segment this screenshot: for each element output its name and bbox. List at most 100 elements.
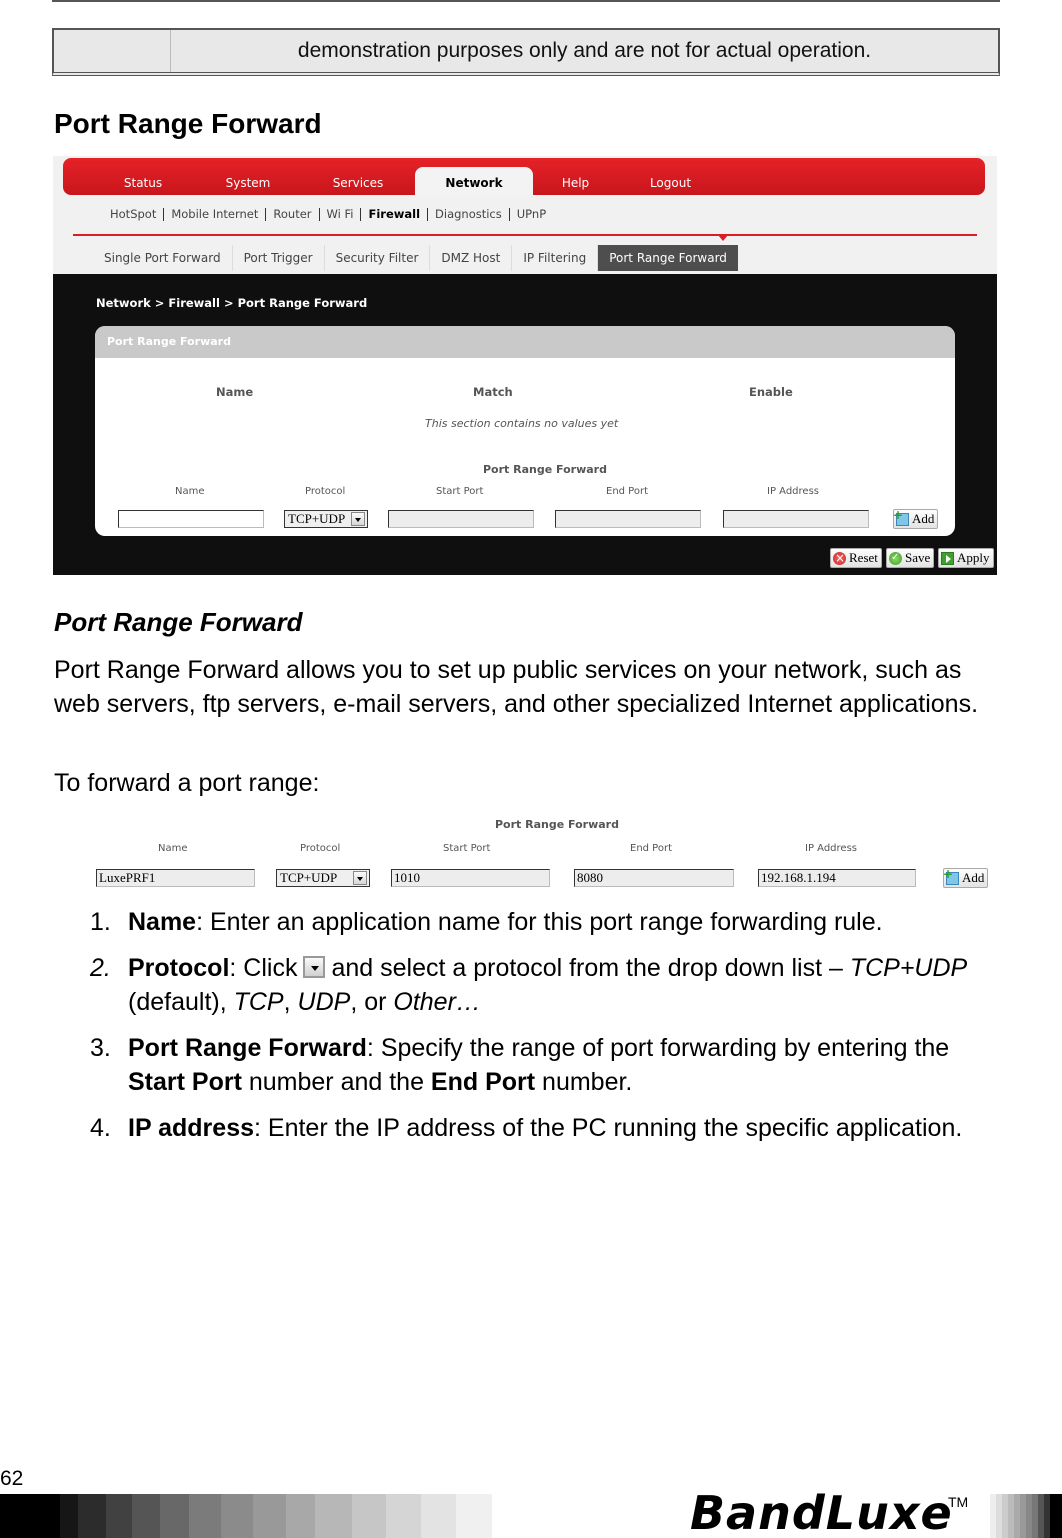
- tab-ip-filtering[interactable]: IP Filtering: [512, 245, 599, 271]
- option-tcp: TCP: [233, 988, 284, 1016]
- add-button[interactable]: Add: [893, 506, 939, 529]
- tab-security-filter[interactable]: Security Filter: [325, 245, 431, 271]
- label-start-port: Start Port: [443, 843, 491, 854]
- option-udp: UDP: [297, 988, 351, 1016]
- note-box: demonstration purposes only and are not …: [52, 28, 1000, 76]
- empty-message: This section contains no values yet: [425, 417, 619, 430]
- dropdown-arrow-icon[interactable]: [351, 512, 365, 526]
- add-label: Add: [962, 870, 985, 885]
- sub-tab-router[interactable]: Router: [266, 207, 318, 221]
- nav-area: Status System Services Network Help Logo…: [53, 156, 997, 274]
- main-tab-system[interactable]: System: [203, 167, 293, 195]
- breadcrumb: Network > Firewall > Port Range Forward: [96, 296, 368, 310]
- sub-tab-firewall[interactable]: Firewall: [361, 207, 427, 221]
- main-tab-logout[interactable]: Logout: [623, 167, 718, 195]
- page-number: 62: [0, 1467, 24, 1490]
- router-ui-screenshot: Status System Services Network Help Logo…: [53, 156, 997, 575]
- main-tab-help[interactable]: Help: [533, 167, 618, 195]
- gray-swatch: [0, 1494, 60, 1538]
- label-protocol: Protocol: [305, 486, 346, 497]
- grayscale-bar-right: [990, 1494, 1062, 1538]
- step-term: Name: [128, 908, 197, 936]
- step-text: : Enter an application name for this por…: [196, 908, 883, 936]
- gray-swatch: [286, 1494, 315, 1538]
- name-input[interactable]: LuxePRF1: [96, 869, 255, 887]
- gray-swatch: [253, 1494, 286, 1538]
- protocol-select[interactable]: TCP+UDP: [276, 869, 370, 887]
- reset-button[interactable]: Reset: [830, 548, 882, 568]
- save-label: Save: [905, 550, 931, 565]
- gray-swatch: [386, 1494, 421, 1538]
- label-end-port: End Port: [630, 843, 673, 854]
- sub-tab-mobile-internet[interactable]: Mobile Internet: [164, 207, 265, 221]
- step-text: , or: [350, 988, 394, 1016]
- tab-single-port-forward[interactable]: Single Port Forward: [93, 245, 233, 271]
- gray-swatch: [221, 1494, 253, 1538]
- red-divider: [73, 234, 977, 236]
- protocol-value: TCP+UDP: [280, 870, 338, 885]
- sub-tab-hotspot[interactable]: HotSpot: [103, 207, 163, 221]
- end-port-input[interactable]: [555, 510, 701, 528]
- ip-address-input[interactable]: 192.168.1.194: [758, 869, 916, 887]
- gray-swatch: [60, 1494, 78, 1538]
- apply-label: Apply: [957, 550, 990, 565]
- sub-nav: HotSpot Mobile Internet Router Wi Fi Fir…: [103, 204, 553, 224]
- save-button[interactable]: Save: [886, 548, 935, 568]
- start-port-input[interactable]: 1010: [391, 869, 550, 887]
- note-text: demonstration purposes only and are not …: [297, 39, 872, 62]
- protocol-select[interactable]: TCP+UDP: [284, 510, 368, 528]
- name-input[interactable]: [118, 510, 264, 528]
- form-title: Port Range Forward: [483, 463, 607, 476]
- apply-button[interactable]: Apply: [938, 548, 994, 568]
- add-button[interactable]: Add: [943, 865, 989, 888]
- grayscale-bar-left: [0, 1494, 492, 1538]
- active-indicator-arrow: [718, 235, 728, 241]
- add-icon: [893, 506, 909, 526]
- option-tcp-udp: TCP+UDP: [849, 954, 968, 982]
- note-cell-left: [54, 30, 171, 72]
- label-end-port: End Port: [606, 486, 649, 497]
- start-port-term: Start Port: [128, 1068, 242, 1096]
- step-item: 1. Name: Enter an application name for t…: [90, 905, 990, 939]
- reset-label: Reset: [849, 550, 878, 565]
- sub-tab-wifi[interactable]: Wi Fi: [320, 207, 361, 221]
- save-icon: [889, 549, 902, 567]
- sub-tab-upnp[interactable]: UPnP: [510, 207, 553, 221]
- label-name: Name: [175, 486, 205, 497]
- step-item: 4. IP address: Enter the IP address of t…: [90, 1111, 990, 1145]
- add-icon: [943, 865, 959, 885]
- gray-swatch: [456, 1494, 492, 1538]
- gray-swatch: [189, 1494, 221, 1538]
- third-nav: Single Port Forward Port Trigger Securit…: [93, 245, 738, 271]
- step-term: Port Range Forward: [128, 1034, 367, 1062]
- instruction-lead: To forward a port range:: [54, 769, 320, 797]
- main-nav: Status System Services Network Help Logo…: [63, 158, 985, 195]
- ip-address-input[interactable]: [723, 510, 869, 528]
- main-tab-network[interactable]: Network: [415, 167, 533, 195]
- tab-dmz-host[interactable]: DMZ Host: [430, 245, 513, 271]
- tab-port-range-forward[interactable]: Port Range Forward: [598, 245, 738, 271]
- dropdown-arrow-icon[interactable]: [353, 871, 367, 885]
- main-tab-services[interactable]: Services: [313, 167, 403, 195]
- step-number: 3.: [90, 1034, 111, 1062]
- gray-swatch: [160, 1494, 189, 1538]
- end-port-input[interactable]: 8080: [574, 869, 734, 887]
- step-text: (default),: [128, 988, 234, 1016]
- start-port-input[interactable]: [388, 510, 534, 528]
- step-text: number.: [535, 1068, 633, 1096]
- sub-tab-diagnostics[interactable]: Diagnostics: [428, 207, 509, 221]
- step-item: 3. Port Range Forward: Specify the range…: [90, 1031, 990, 1099]
- apply-icon: [941, 551, 954, 565]
- step-text: and select a protocol from the drop down…: [331, 954, 843, 982]
- step-number: 4.: [90, 1114, 111, 1142]
- gray-swatch: [421, 1494, 456, 1538]
- tab-port-trigger[interactable]: Port Trigger: [233, 245, 325, 271]
- port-range-forward-panel: Port Range Forward Name Match Enable Thi…: [95, 326, 955, 536]
- protocol-value: TCP+UDP: [288, 511, 346, 526]
- step-text: ,: [283, 988, 298, 1016]
- step-term: IP address: [128, 1114, 255, 1142]
- label-ip-address: IP Address: [805, 843, 857, 854]
- column-header-name: Name: [216, 385, 254, 399]
- main-tab-status[interactable]: Status: [98, 167, 188, 195]
- gray-swatch: [78, 1494, 106, 1538]
